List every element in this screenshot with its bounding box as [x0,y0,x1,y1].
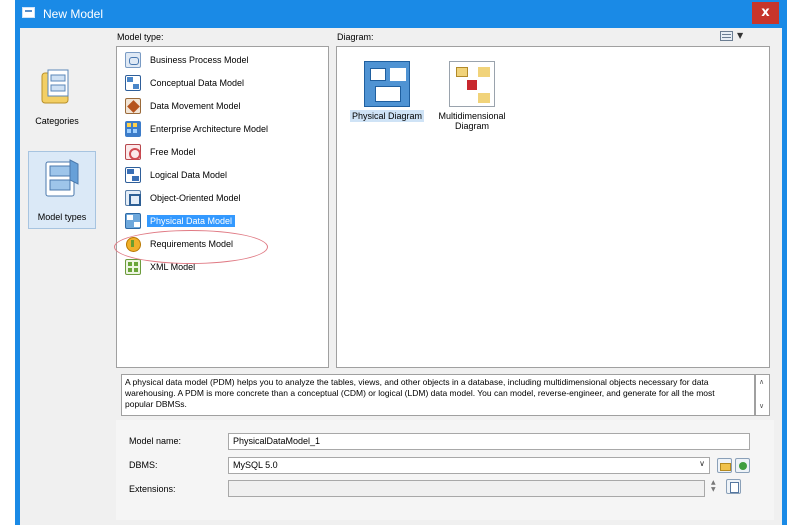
list-item-label: Free Model [150,147,196,157]
extensions-label: Extensions: [129,484,176,494]
list-item-label: Physical Data Model [147,215,236,227]
view-mode-button[interactable]: ▼ [720,29,748,43]
diagram-item-label: Physical Diagram [349,110,425,122]
title-bar[interactable]: New Model x [15,0,787,28]
diagram-label: Diagram: [337,32,374,42]
model-type-list[interactable]: Business Process Model Conceptual Data M… [116,46,329,368]
data-movement-model-icon [125,98,141,114]
window-icon [22,7,35,18]
diagram-item-label: Multidimensional Diagram [438,111,506,131]
list-item-free-model[interactable]: Free Model [125,141,199,163]
xml-model-icon [125,259,141,275]
model-name-label: Model name: [129,436,182,446]
scroll-up-icon[interactable]: ∧ [759,378,764,386]
dropdown-caret-icon: ▼ [737,31,744,40]
scroll-down-icon[interactable]: ∨ [759,402,764,410]
list-item-object-oriented-model[interactable]: Object-Oriented Model [125,187,244,209]
list-item-label: Conceptual Data Model [150,78,245,88]
physical-diagram-icon [364,61,410,107]
window-title: New Model [43,7,104,21]
list-item-label: Enterprise Architecture Model [150,124,269,134]
object-oriented-model-icon [125,190,141,206]
chevron-down-icon: ∨ [699,459,705,468]
browse-dbms-button[interactable] [717,458,732,473]
close-button[interactable]: x [752,2,779,24]
list-item-business-process-model[interactable]: Business Process Model [125,49,252,71]
dbms-label: DBMS: [129,460,158,470]
business-process-icon [125,52,141,68]
spin-up-icon[interactable]: ▲ [711,479,716,486]
list-item-label: Logical Data Model [150,170,228,180]
nav-label-categories: Categories [35,116,79,126]
free-model-icon [125,144,141,160]
nav-label-model-types: Model types [37,212,87,222]
extensions-spinner[interactable]: ▲ ▼ [708,479,722,494]
list-view-icon [720,31,733,41]
enterprise-architecture-model-icon [125,121,141,137]
dbms-value: MySQL 5.0 [233,460,278,470]
list-item-conceptual-data-model[interactable]: Conceptual Data Model [125,72,247,94]
categories-icon [41,69,69,104]
diagram-item-physical-diagram[interactable]: Physical Diagram [346,61,428,122]
select-extensions-button[interactable] [726,479,741,494]
list-item-enterprise-architecture-model[interactable]: Enterprise Architecture Model [125,118,271,140]
list-item-data-movement-model[interactable]: Data Movement Model [125,95,244,117]
model-name-field[interactable]: PhysicalDataModel_1 [228,433,750,450]
nav-item-model-types[interactable]: Model types [28,151,96,229]
conceptual-data-model-icon [125,75,141,91]
annotation-ellipse [114,230,268,264]
model-types-icon [45,159,79,197]
list-item-physical-data-model[interactable]: Physical Data Model [125,210,236,232]
dialog-body: Categories Model types Model type: Busin… [20,28,782,525]
logical-data-model-icon [125,167,141,183]
spin-down-icon[interactable]: ▼ [711,486,716,493]
nav-item-categories[interactable]: Categories [28,68,86,130]
new-model-window: New Model x Categories Model types Model [15,0,787,525]
diagram-list[interactable]: Physical Diagram Multidimensional Diagra… [336,46,770,368]
list-item-logical-data-model[interactable]: Logical Data Model [125,164,230,186]
list-item-label: Business Process Model [150,55,249,65]
dbms-properties-button[interactable] [735,458,750,473]
extensions-field[interactable] [228,480,705,497]
model-type-label: Model type: [117,32,164,42]
diagram-item-multidimensional-diagram[interactable]: Multidimensional Diagram [435,61,509,131]
multidimensional-diagram-icon [449,61,495,107]
model-description: A physical data model (PDM) helps you to… [121,374,755,416]
dbms-select[interactable]: MySQL 5.0 ∨ [228,457,710,474]
list-item-label: Data Movement Model [150,101,241,111]
description-scrollbar[interactable]: ∧ ∨ [755,374,770,416]
physical-data-model-icon [125,213,141,229]
list-item-label: Object-Oriented Model [150,193,241,203]
